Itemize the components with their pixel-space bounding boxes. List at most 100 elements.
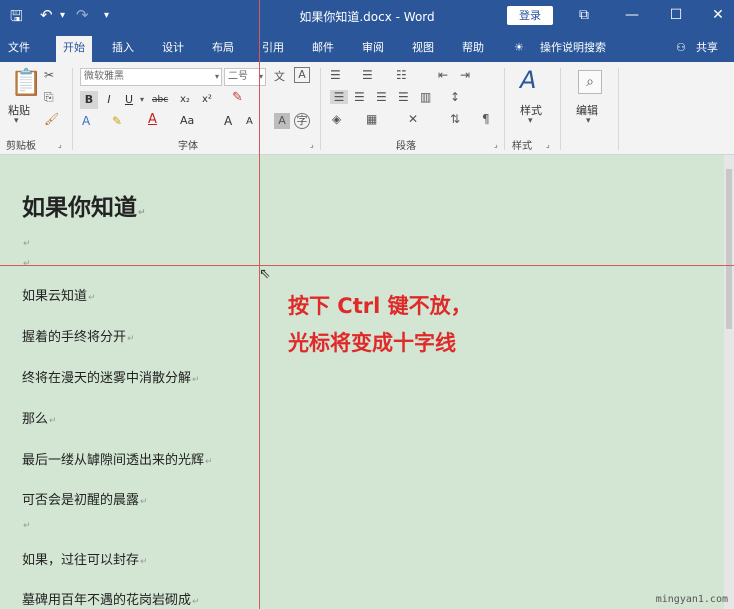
underline-dropdown-icon[interactable]: ▾ — [140, 91, 144, 109]
paste-label[interactable]: 粘贴 — [8, 102, 30, 118]
ribbon-display-options-icon[interactable]: ⧉ — [572, 4, 596, 26]
paragraph-mark: ↵ — [49, 416, 57, 426]
group-divider — [320, 68, 321, 150]
empty-paragraph[interactable]: ↵ — [22, 235, 31, 250]
document-line[interactable]: 墓碑用百年不遇的花岗岩砌成↵ — [22, 589, 200, 608]
tab-mailings[interactable]: 邮件 — [312, 38, 334, 62]
shading-icon[interactable]: ◈ — [332, 112, 341, 126]
show-marks-icon[interactable]: ¶ — [482, 112, 490, 126]
share-button[interactable]: 共享 — [696, 38, 718, 62]
paragraph-mark: ↵ — [138, 208, 146, 218]
vertical-scrollbar[interactable] — [724, 155, 734, 609]
document-line[interactable]: 如果，过往可以封存↵ — [22, 549, 148, 568]
crosshair-vertical-line — [259, 0, 260, 609]
styles-dropdown-icon[interactable]: ▾ — [528, 116, 533, 126]
font-launcher-icon[interactable]: ⌟ — [310, 140, 314, 149]
login-button[interactable]: 登录 — [507, 6, 553, 25]
paragraph-mark: ↵ — [205, 457, 213, 467]
italic-button[interactable]: I — [102, 91, 116, 109]
copy-icon[interactable]: ⎘ — [44, 90, 54, 105]
chevron-down-icon[interactable]: ▾ — [215, 69, 219, 85]
bold-button[interactable]: B — [80, 91, 98, 109]
borders-icon[interactable]: ▦ — [366, 112, 377, 126]
grow-font-button[interactable]: A — [224, 114, 232, 128]
document-line[interactable]: 最后一缕从罅隙间透出来的光辉↵ — [22, 449, 213, 468]
callout-line-1: 按下 Ctrl 键不放， — [288, 294, 472, 318]
phonetic-guide-icon[interactable]: 文 — [274, 68, 285, 84]
lightbulb-icon: ☀ — [514, 41, 524, 54]
tab-view[interactable]: 视图 — [412, 38, 434, 62]
tab-review[interactable]: 审阅 — [362, 38, 384, 62]
increase-indent-icon[interactable]: ⇥ — [460, 68, 470, 82]
tab-references[interactable]: 引用 — [262, 38, 284, 62]
cut-icon[interactable]: ✂ — [44, 68, 54, 82]
paragraph-mark: ↵ — [192, 597, 200, 607]
font-size-value: 二号 — [228, 71, 248, 82]
document-line[interactable]: 如果云知道↵ — [22, 285, 96, 304]
title-bar: 🖫 ↶ ▾ ↷ ▾ 如果你知道.docx - Word 登录 ⧉ — ☐ ✕ — [0, 0, 734, 32]
decrease-indent-icon[interactable]: ⇤ — [438, 68, 448, 82]
tab-layout[interactable]: 布局 — [212, 38, 234, 62]
paragraph-mark: ↵ — [23, 521, 31, 531]
clipboard-launcher-icon[interactable]: ⌟ — [58, 140, 62, 149]
char-shading-icon[interactable]: A — [274, 113, 290, 129]
document-page[interactable]: 如果你知道↵ ↵ ↵ 如果云知道↵ 握着的手终将分开↵ 终将在漫天的迷雾中消散分… — [0, 155, 734, 609]
strikethrough-button[interactable]: abc — [152, 91, 168, 109]
distributed-icon[interactable]: ▥ — [420, 90, 431, 104]
editing-dropdown-icon[interactable]: ▾ — [586, 116, 591, 126]
group-divider — [72, 68, 73, 150]
tab-design[interactable]: 设计 — [162, 38, 184, 62]
font-color-button[interactable]: A — [148, 112, 157, 127]
group-styles-label: 样式 — [512, 141, 532, 152]
change-case-button[interactable]: Aa — [180, 114, 194, 127]
document-line[interactable]: 终将在漫天的迷雾中消散分解↵ — [22, 367, 200, 386]
callout-line-2: 光标将变成十字线 — [288, 331, 456, 355]
styles-launcher-icon[interactable]: ⌟ — [546, 140, 550, 149]
tell-me-search[interactable]: 操作说明搜索 — [540, 38, 606, 62]
minimize-button[interactable]: — — [620, 4, 644, 26]
underline-button[interactable]: U — [122, 91, 136, 109]
group-divider — [560, 68, 561, 150]
shrink-font-button[interactable]: A — [246, 116, 253, 127]
close-button[interactable]: ✕ — [706, 4, 730, 26]
document-line[interactable]: 那么↵ — [22, 408, 57, 427]
empty-paragraph[interactable]: ↵ — [22, 517, 31, 532]
chinese-layout-icon[interactable]: ✕ — [408, 112, 418, 126]
align-right-icon[interactable]: ☰ — [376, 90, 387, 104]
highlight-icon[interactable]: ✎ — [112, 114, 122, 128]
numbering-icon[interactable]: ☰ — [362, 68, 373, 82]
superscript-button[interactable]: x² — [202, 91, 212, 109]
document-heading[interactable]: 如果你知道↵ — [22, 188, 146, 222]
maximize-button[interactable]: ☐ — [664, 4, 688, 26]
paragraph-launcher-icon[interactable]: ⌟ — [494, 140, 498, 149]
clear-formatting-icon[interactable]: ✎ — [232, 90, 243, 105]
justify-icon[interactable]: ☰ — [398, 90, 409, 104]
bullets-icon[interactable]: ☰ — [330, 68, 341, 82]
group-divider — [504, 68, 505, 150]
empty-paragraph[interactable]: ↵ — [22, 255, 31, 270]
tab-file[interactable]: 文件 — [8, 38, 30, 62]
tab-home[interactable]: 开始 — [56, 36, 92, 62]
char-border-icon[interactable]: A — [294, 67, 310, 83]
document-line[interactable]: 握着的手终将分开↵ — [22, 326, 135, 345]
multilevel-list-icon[interactable]: ☷ — [396, 68, 407, 82]
align-left-icon[interactable]: ☰ — [330, 90, 348, 104]
paragraph-mark: ↵ — [140, 497, 148, 507]
watermark: mingyan1.com — [655, 594, 728, 605]
format-painter-icon[interactable]: 🖌 — [44, 112, 59, 126]
paste-icon[interactable]: 📋 — [10, 68, 42, 98]
paste-dropdown-icon[interactable]: ▾ — [14, 116, 19, 126]
document-line[interactable]: 可否会是初醒的晨露↵ — [22, 489, 148, 508]
text-effects-icon[interactable]: A — [82, 114, 90, 128]
sort-icon[interactable]: ⇅ — [450, 112, 460, 126]
font-name-box[interactable]: 微软雅黑 ▾ — [80, 68, 222, 86]
tab-help[interactable]: 帮助 — [462, 38, 484, 62]
align-center-icon[interactable]: ☰ — [354, 90, 365, 104]
styles-icon[interactable]: A — [520, 66, 536, 94]
enclose-char-icon[interactable]: 字 — [294, 113, 310, 129]
search-icon[interactable]: ⌕ — [578, 70, 602, 94]
scrollbar-thumb[interactable] — [726, 169, 732, 329]
line-spacing-icon[interactable]: ↕ — [450, 90, 460, 104]
subscript-button[interactable]: x₂ — [180, 91, 190, 109]
tab-insert[interactable]: 插入 — [112, 38, 134, 62]
